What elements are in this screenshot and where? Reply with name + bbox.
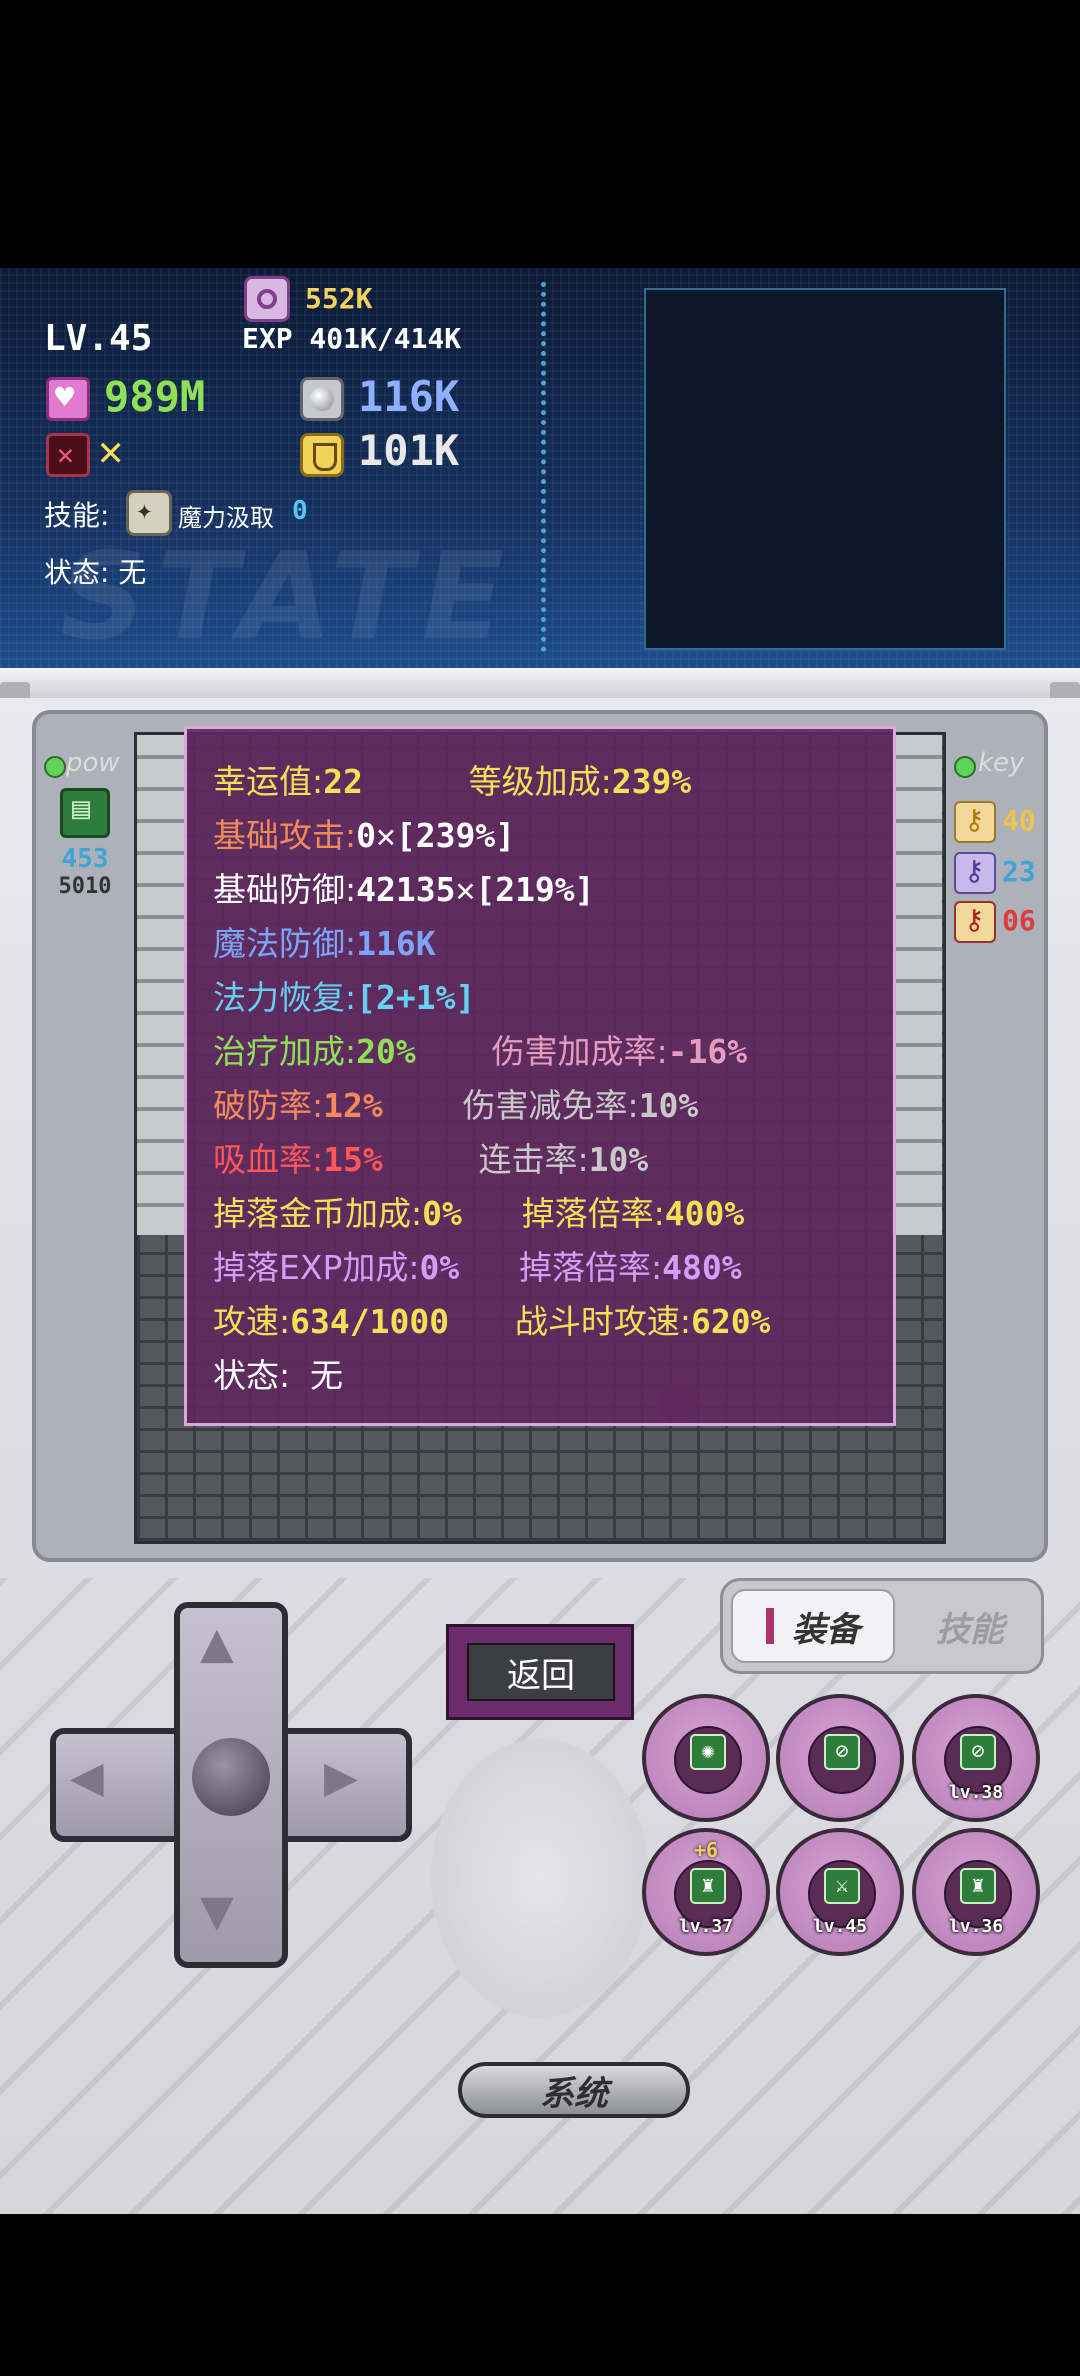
attr-row-gold-drop: 掉落金币加成:0% 掉落倍率:400%	[213, 1194, 745, 1233]
state-watermark: STATE	[60, 528, 515, 667]
defense-value: 101K	[358, 426, 460, 475]
back-button[interactable]: 返回	[467, 1643, 615, 1701]
pearl-icon	[300, 377, 344, 421]
pow-label: pow	[66, 748, 120, 778]
dpad-up-icon[interactable]: ▲	[200, 1610, 234, 1675]
attr-row-exp-drop: 掉落EXP加成:0% 掉落倍率:480%	[213, 1248, 742, 1287]
attr-row-pierce: 破防率:12% 伤害减免率:10%	[213, 1086, 699, 1125]
equip-level: lv.38	[948, 1782, 1004, 1803]
sling-icon: ⊘	[960, 1734, 996, 1770]
sword-attack-icon	[46, 433, 90, 477]
divider	[541, 282, 546, 652]
status-panel: STATE LV.45 552K EXP 401K/414K 989M ✕ 11…	[0, 268, 1080, 668]
pow-indicator	[44, 756, 66, 778]
equip-slot-1[interactable]: ✺	[642, 1694, 770, 1822]
enhance-badge: +6	[693, 1838, 719, 1862]
equip-level: lv.37	[678, 1916, 734, 1937]
tab-equipment[interactable]: 装备	[731, 1589, 895, 1663]
red-key-count: 06	[1002, 904, 1036, 937]
skill-label: 技能:	[44, 499, 110, 532]
attribute-popup: 幸运值:22 等级加成:239% 基础攻击:0✕[239%] 基础防御:4213…	[184, 726, 896, 1426]
dpad-down-icon[interactable]: ▼	[200, 1878, 234, 1943]
sword-icon: ⚔	[824, 1868, 860, 1904]
tab-skills[interactable]: 技能	[905, 1589, 1035, 1663]
equip-slot-3[interactable]: ⊘ lv.38	[912, 1694, 1040, 1822]
key-indicator	[954, 756, 976, 778]
back-box: 返回	[446, 1624, 634, 1720]
heart-icon	[46, 377, 90, 421]
attr-row-base-def: 基础防御:42135✕[219%]	[213, 870, 595, 909]
sling-icon: ⊘	[824, 1734, 860, 1770]
system-button[interactable]: 系统	[458, 2062, 690, 2118]
wall-right	[892, 735, 942, 1235]
key-label: key	[978, 748, 1025, 778]
equip-level: lv.36	[948, 1916, 1004, 1937]
magic-defense-value: 116K	[358, 372, 460, 421]
equip-slot-2[interactable]: ⊘	[776, 1694, 904, 1822]
status-label: 状态: 无	[44, 556, 147, 589]
blue-key-count: 23	[1002, 855, 1036, 888]
blue-key-icon	[954, 852, 996, 894]
exp-text: EXP 401K/414K	[242, 322, 462, 355]
hp-value: 989M	[104, 372, 206, 421]
dpad-right-icon[interactable]: ▶	[324, 1744, 358, 1809]
red-key-icon	[954, 901, 996, 943]
rail	[0, 668, 1080, 698]
wall-left	[137, 735, 187, 1235]
mana-drain-icon[interactable]	[126, 490, 172, 536]
shield-icon	[300, 433, 344, 477]
attack-value: ✕	[98, 426, 124, 475]
equip-slot-5[interactable]: ⚔ lv.45	[776, 1828, 904, 1956]
orb-icon: ✺	[690, 1734, 726, 1770]
yellow-key-icon	[954, 801, 996, 843]
skill-name: 魔力汲取	[178, 504, 274, 532]
yellow-key-count: 40	[1002, 804, 1036, 837]
level-text: LV.45	[44, 318, 153, 359]
attr-row-mdef: 魔法防御:116K	[213, 924, 436, 963]
book-icon[interactable]	[60, 788, 110, 838]
pow-sub-value: 5010	[58, 874, 112, 899]
dpad-center	[192, 1738, 270, 1816]
gem-icon	[244, 276, 290, 322]
boots-icon: ♜	[960, 1868, 996, 1904]
equip-level: lv.45	[812, 1916, 868, 1937]
attr-row-status: 状态: 无	[213, 1356, 343, 1395]
gold-value: 552K	[305, 282, 373, 315]
attr-row-speed: 攻速:634/1000 战斗时攻速:620%	[213, 1302, 771, 1341]
attr-row-lifesteal: 吸血率:15% 连击率:10%	[213, 1140, 649, 1179]
console: pow 453 5010 key 40 23 06 幸运值:22 等级加成:23…	[0, 698, 1080, 2214]
minimap	[644, 288, 1006, 650]
skill-level: 0	[292, 496, 308, 526]
attr-row-heal: 治疗加成:20% 伤害加成率:-16%	[213, 1032, 748, 1071]
attr-row-base-atk: 基础攻击:0✕[239%]	[213, 816, 516, 855]
boots-icon: ♜	[690, 1868, 726, 1904]
attr-row-luck: 幸运值:22 等级加成:239%	[213, 762, 692, 801]
dpad-left-icon[interactable]: ◀	[70, 1744, 104, 1809]
tabs: 装备 技能	[720, 1578, 1044, 1674]
equip-slot-4[interactable]: +6 ♜ lv.37	[642, 1828, 770, 1956]
equip-slot-6[interactable]: ♜ lv.36	[912, 1828, 1040, 1956]
attr-row-mana: 法力恢复:[2+1%]	[213, 978, 476, 1017]
pow-value: 453	[61, 844, 109, 874]
